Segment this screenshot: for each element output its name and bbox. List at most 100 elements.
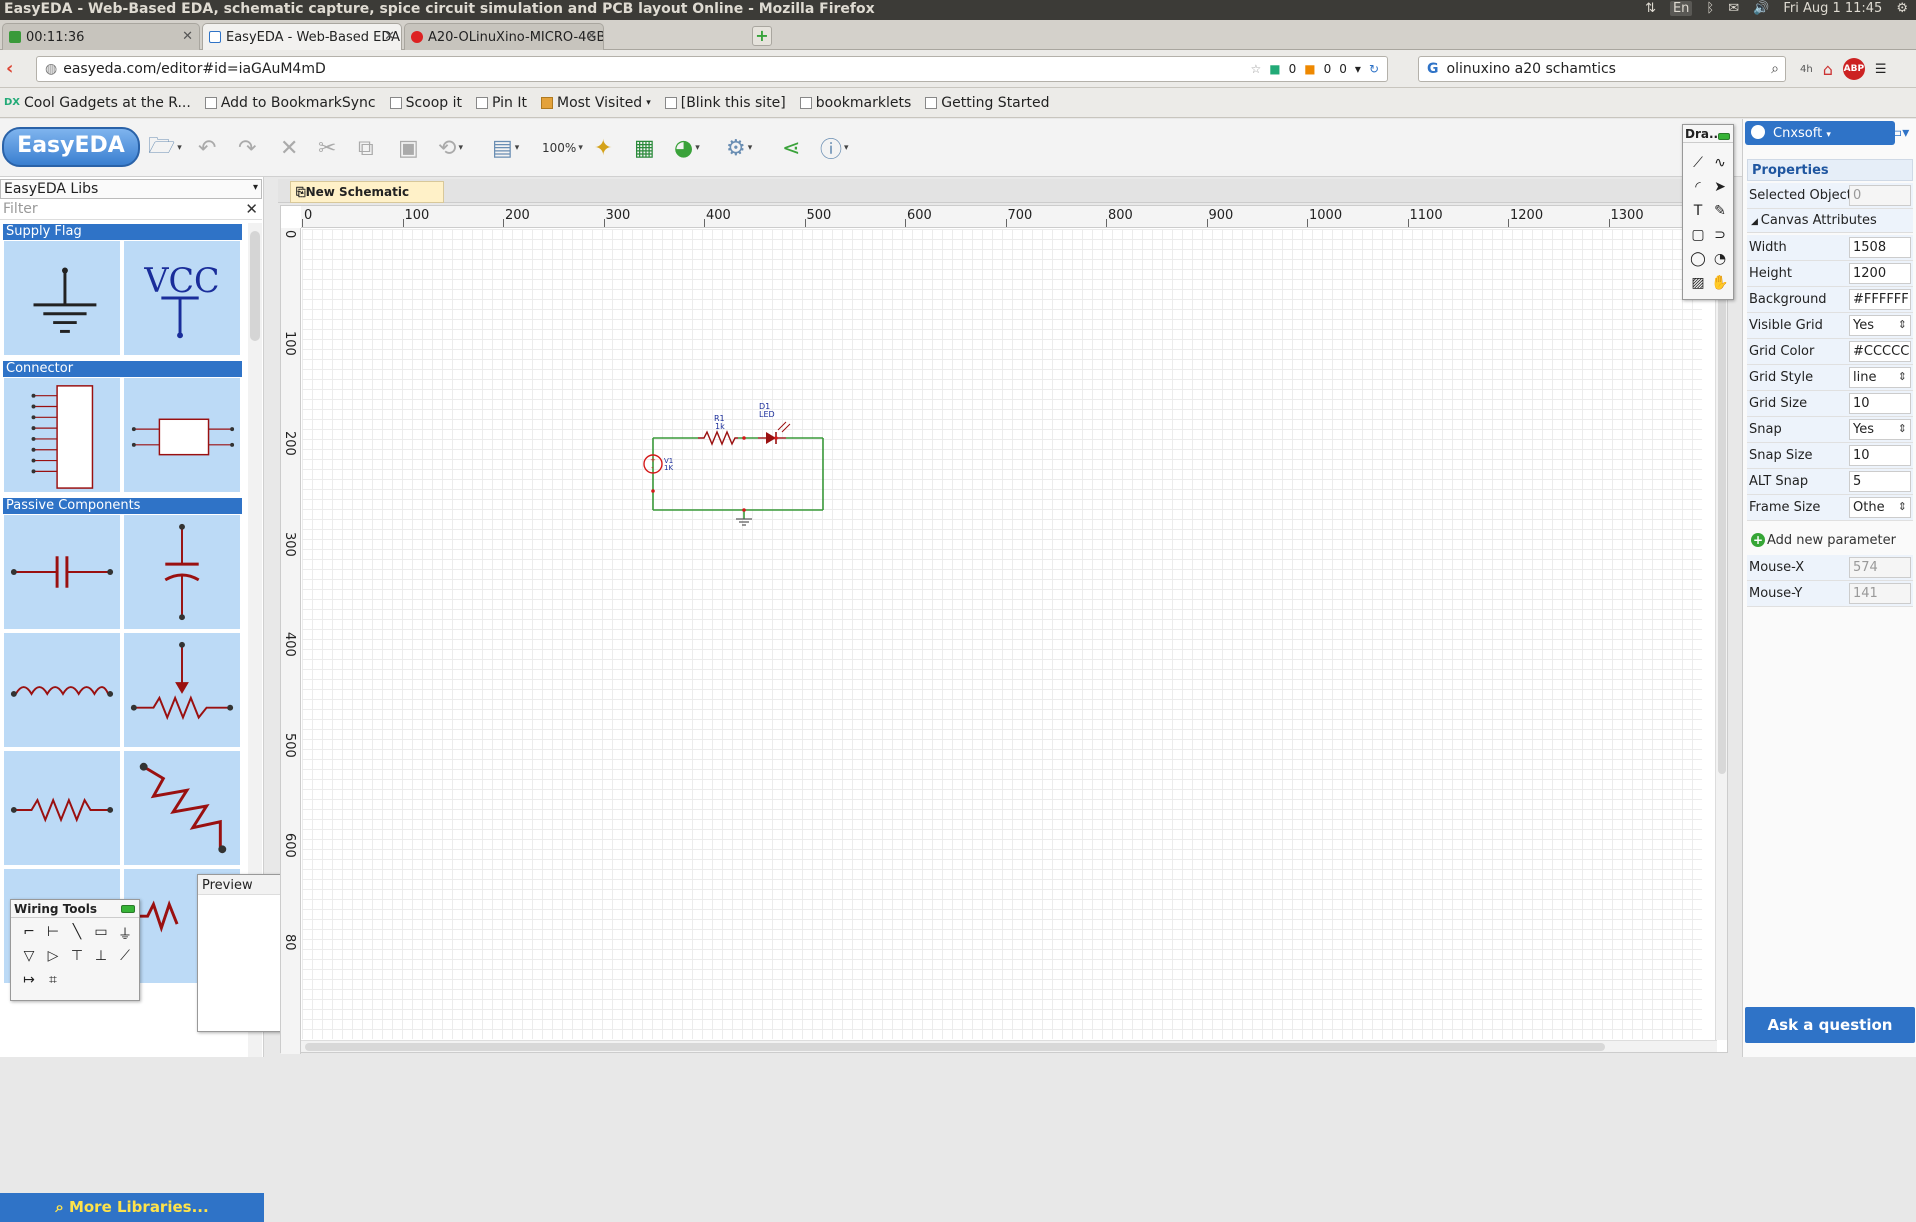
- ground-icon[interactable]: ⏚: [113, 924, 137, 948]
- resistor-diagonal-symbol[interactable]: [123, 750, 241, 866]
- ground-symbol[interactable]: [736, 518, 752, 526]
- prop-input[interactable]: #CCCCCC: [1849, 341, 1911, 362]
- bookmark-counter-icon[interactable]: ■: [1304, 62, 1315, 76]
- bookmark-item[interactable]: Getting Started: [925, 95, 1050, 111]
- minimize-icon[interactable]: [1718, 133, 1730, 140]
- delete-button[interactable]: ✕: [280, 133, 298, 163]
- arrowhead-icon[interactable]: ➤: [1709, 179, 1731, 203]
- schematic-canvas[interactable]: 0 100 200 300 400 500 600 700 800 900 1000 1100 1200…: [280, 205, 1728, 1054]
- led-d1[interactable]: D1 LED: [758, 402, 791, 444]
- new-tab-button[interactable]: +: [752, 26, 772, 46]
- vcc-symbol[interactable]: VCC: [123, 240, 241, 356]
- wiring-tools-panel[interactable]: Wiring Tools ⌐ ⊢ ╲ ▭ ⏚ ▽ ▷ ⊤ ⊥ ⟋ ↦ ⌗: [10, 899, 140, 1001]
- canvas-vertical-scrollbar[interactable]: [1715, 228, 1727, 1040]
- user-menu-button[interactable]: Cnxsoft ▾: [1745, 121, 1895, 145]
- canvas-attributes-header[interactable]: ◢ Canvas Attributes: [1747, 209, 1913, 233]
- polarized-capacitor-symbol[interactable]: [123, 514, 241, 630]
- ask-question-button[interactable]: Ask a question: [1745, 1007, 1915, 1043]
- polygon-icon[interactable]: ⊃: [1709, 227, 1731, 251]
- layout-toggle-icon[interactable]: ▭▾: [1889, 125, 1909, 141]
- close-tab-icon[interactable]: ✕: [586, 29, 597, 44]
- library-select[interactable]: EasyEDA Libs ▾: [0, 179, 262, 199]
- inductor-symbol[interactable]: [3, 632, 121, 748]
- wire-icon[interactable]: ⌐: [17, 924, 41, 948]
- bezier-icon[interactable]: ∿: [1709, 155, 1731, 179]
- prop-input[interactable]: 10: [1849, 445, 1911, 466]
- bookmark-item[interactable]: [Blink this site]: [664, 95, 786, 111]
- prop-input[interactable]: 1508: [1849, 237, 1911, 258]
- volume-icon[interactable]: 🔊: [1753, 1, 1769, 16]
- back-arrow-icon[interactable]: ‹: [6, 58, 13, 79]
- scrollbar-thumb[interactable]: [250, 231, 260, 341]
- search-icon[interactable]: ⌕: [1771, 61, 1785, 77]
- filter-input[interactable]: Filter ✕: [0, 200, 262, 220]
- tab-easyeda[interactable]: EasyEDA - Web-Based EDA, ... ✕: [202, 23, 402, 50]
- gear-icon[interactable]: ⚙: [1896, 1, 1908, 16]
- freehand-icon[interactable]: ✎: [1709, 203, 1731, 227]
- network-icon[interactable]: ⇅: [1645, 1, 1656, 16]
- prop-select[interactable]: line: [1849, 367, 1911, 388]
- bookmark-item[interactable]: DX Cool Gadgets at the R...: [4, 95, 191, 111]
- tab-olinuxino[interactable]: A20-OLinuXino-MICRO-4GB ... ✕: [404, 23, 604, 50]
- header-2x2-symbol[interactable]: [123, 377, 241, 493]
- mail-icon[interactable]: ✉: [1728, 1, 1739, 16]
- net-label-icon[interactable]: ▭: [89, 924, 113, 948]
- star-icon[interactable]: ☆: [1251, 62, 1262, 76]
- voltage-source-v1[interactable]: + - V1 1K: [643, 454, 673, 474]
- rectangle-icon[interactable]: ▢: [1687, 227, 1709, 251]
- url-bar[interactable]: ◍ easyeda.com/editor#id=iaGAuM4mD ☆ ■ 0 …: [36, 56, 1388, 82]
- add-parameter-button[interactable]: + Add new parameter: [1751, 533, 1896, 548]
- simulate-button[interactable]: ◕ ▾: [674, 133, 700, 163]
- image-icon[interactable]: ▨: [1687, 275, 1709, 299]
- arc-icon[interactable]: ◜: [1687, 179, 1709, 203]
- paste-button[interactable]: ▣: [398, 133, 419, 163]
- potentiometer-symbol[interactable]: [123, 632, 241, 748]
- folder-open-button[interactable]: 🗁 ▾: [148, 133, 182, 163]
- clock[interactable]: Fri Aug 1 11:45: [1783, 1, 1882, 16]
- help-button[interactable]: ⓘ ▾: [820, 133, 849, 163]
- close-tab-icon[interactable]: ✕: [182, 29, 193, 44]
- ellipse-icon[interactable]: ◯: [1687, 251, 1709, 275]
- scrollbar-thumb[interactable]: [305, 1043, 1605, 1051]
- pan-hand-icon[interactable]: ✋: [1709, 275, 1731, 299]
- undo-button[interactable]: ↶: [198, 133, 216, 163]
- net-flag-icon[interactable]: ▷: [41, 948, 65, 972]
- resistor-symbol[interactable]: [3, 750, 121, 866]
- rotate-button[interactable]: ⟲ ▾: [438, 133, 463, 163]
- bookmark-item[interactable]: Scoop it: [389, 95, 462, 111]
- reload-icon[interactable]: ↻: [1369, 62, 1379, 76]
- bookmark-item[interactable]: Pin It: [476, 95, 527, 111]
- wiring-tools-title[interactable]: Wiring Tools: [11, 900, 139, 918]
- magic-wand-button[interactable]: ✦: [594, 133, 612, 163]
- schematic-drawing[interactable]: R1 1k D1 LED + - V1 1K: [302, 229, 1702, 1039]
- ground-symbol[interactable]: [3, 240, 121, 356]
- timer-addon[interactable]: 4h: [1800, 64, 1813, 75]
- resistor-r1[interactable]: R1 1k: [698, 414, 738, 446]
- adblock-icon[interactable]: ABP: [1842, 58, 1865, 80]
- bluetooth-icon[interactable]: ᛒ: [1706, 1, 1714, 16]
- net-port-icon[interactable]: ▽: [17, 948, 41, 972]
- text-icon[interactable]: T: [1687, 203, 1709, 227]
- category-passive-components[interactable]: Passive Components: [3, 498, 242, 514]
- google-plus-counter-icon[interactable]: ■: [1269, 62, 1280, 76]
- more-libraries-button[interactable]: ⌕ More Libraries...: [0, 1193, 264, 1222]
- easyeda-logo[interactable]: EasyEDA: [2, 127, 140, 167]
- cut-button[interactable]: ✂: [318, 133, 336, 163]
- prop-select[interactable]: Yes: [1849, 419, 1911, 440]
- pin-icon[interactable]: ↦: [17, 972, 41, 996]
- menu-icon[interactable]: ☰: [1875, 62, 1887, 77]
- prop-input[interactable]: #FFFFFF: [1849, 289, 1911, 310]
- redo-button[interactable]: ↷: [238, 133, 256, 163]
- canvas-horizontal-scrollbar[interactable]: [301, 1040, 1717, 1052]
- share-button[interactable]: ⋖: [782, 133, 800, 163]
- prop-input[interactable]: 10: [1849, 393, 1911, 414]
- no-connect-icon[interactable]: ⟋: [113, 948, 137, 972]
- header-8pin-symbol[interactable]: [3, 377, 121, 493]
- pcb-button[interactable]: ▦: [634, 133, 655, 163]
- close-icon[interactable]: ✕: [245, 200, 258, 218]
- close-tab-icon[interactable]: ✕: [384, 29, 395, 44]
- tab-new-schematic[interactable]: ⎘New Schematic: [290, 181, 444, 203]
- search-input[interactable]: olinuxino a20 schamtics: [1447, 61, 1616, 77]
- url-text[interactable]: easyeda.com/editor#id=iaGAuM4mD: [63, 61, 326, 77]
- zoom-select[interactable]: 100% ▾: [542, 133, 583, 163]
